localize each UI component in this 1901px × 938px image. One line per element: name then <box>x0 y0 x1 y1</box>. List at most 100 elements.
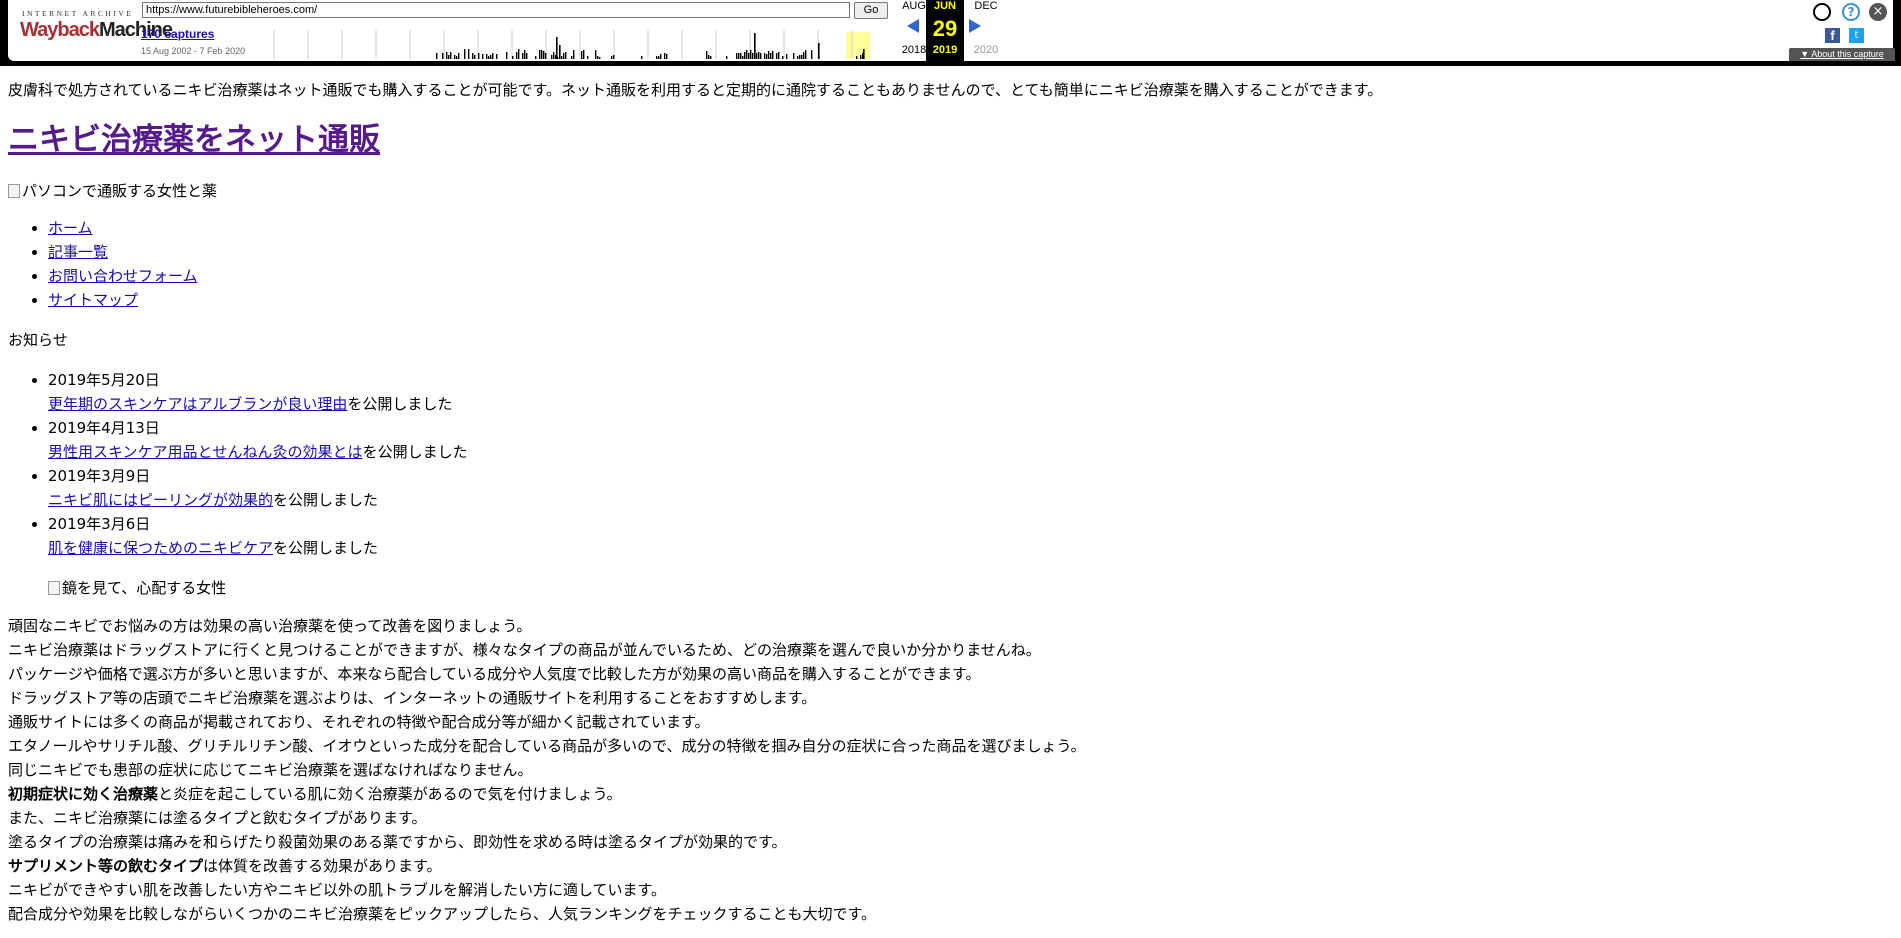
body-text: 通販サイトには多くの商品が掲載されており、それぞれの特徴や配合成分等が細かく記載… <box>8 713 710 731</box>
sparkline-capture-bar <box>801 55 803 59</box>
nav-item: お問い合わせフォーム <box>48 264 1888 288</box>
sparkline-capture-bar <box>541 50 543 59</box>
sparkline-capture-bar <box>535 56 537 59</box>
body-paragraph: サプリメント等の飲むタイプは体質を改善する効果があります。 <box>8 854 1888 878</box>
body-text: と炎症を起こしている肌に効く治療薬があるので気を付けましょう。 <box>158 785 622 803</box>
sparkline-capture-bar <box>573 50 575 59</box>
news-link[interactable]: 更年期のスキンケアはアルブランが良い理由 <box>48 395 347 413</box>
sparkline-capture-bar <box>770 53 772 59</box>
sparkline-capture-bar <box>772 51 774 59</box>
intro-text: 皮膚科で処方されているニキビ治療薬はネット通販でも購入することが可能です。ネット… <box>8 81 1383 99</box>
news-date: 2019年5月20日 <box>48 371 160 389</box>
broken-image-icon <box>48 581 60 595</box>
body-paragraph: エタノールやサリチル酸、グリチルリチン酸、イオウといった成分を配合している商品が… <box>8 734 1888 758</box>
body-paragraph: 塗るタイプの治療薬は痛みを和らげたり殺菌効果のある薬ですから、即効性を求める時は… <box>8 830 1888 854</box>
sparkline-capture-bar <box>587 56 589 59</box>
sparkline-capture-bar <box>518 49 520 59</box>
sparkline-capture-bar <box>526 53 528 59</box>
news-suffix: を公開しました <box>347 395 453 413</box>
sparkline-capture-bar <box>539 50 541 59</box>
article-body: 頑固なニキビでお悩みの方は効果の高い治療薬を使って改善を図りましょう。 ニキビ治療… <box>8 614 1888 926</box>
sparkline-capture-bar <box>545 53 547 59</box>
sparkline-capture-bar <box>454 55 456 59</box>
sparkline-capture-bar <box>488 56 490 59</box>
sparkline-capture-bar <box>450 52 452 59</box>
go-button[interactable]: Go <box>854 2 888 19</box>
news-link[interactable]: 肌を健康に保つためのニキビケア <box>48 539 273 557</box>
news-suffix: を公開しました <box>273 539 379 557</box>
mirror-woman-image-alt: 鏡を見て、心配する女性 <box>62 579 227 597</box>
body-text: また、ニキビ治療薬には塗るタイプと飲むタイプがあります。 <box>8 809 427 827</box>
sparkline-capture-bar <box>478 53 480 59</box>
nav-link-articles[interactable]: 記事一覧 <box>48 243 108 261</box>
current-year-label: 2019 <box>932 44 958 56</box>
sparkline-capture-bar <box>556 37 558 59</box>
sparkline-capture-bar <box>436 53 438 59</box>
wayback-toolbar-panel: INTERNET ARCHIVE WaybackMachine Go 170 c… <box>8 0 1895 61</box>
page-title-link[interactable]: ニキビ治療薬をネット通販 <box>8 122 380 158</box>
sparkline-capture-bar <box>512 56 514 59</box>
news-link[interactable]: 男性用スキンケア用品とせんねん灸の効果とは <box>48 443 363 461</box>
sparkline-capture-bar <box>726 56 728 59</box>
sparkline-capture-bar <box>492 53 494 59</box>
capture-sparkline[interactable] <box>266 28 878 59</box>
notice-heading: お知らせ <box>8 331 68 349</box>
news-suffix: を公開しました <box>273 491 379 509</box>
sparkline-capture-bar <box>740 53 742 59</box>
body-paragraph: 頑固なニキビでお悩みの方は効果の高い治療薬を使って改善を図りましょう。 <box>8 614 1888 638</box>
prev-capture-arrow-icon[interactable] <box>907 19 919 33</box>
user-icon[interactable] <box>1813 3 1831 21</box>
sparkline-capture-bar <box>805 50 807 59</box>
hero-image: パソコンで通販する女性と薬 <box>8 180 1888 202</box>
twitter-icon[interactable]: t <box>1849 28 1864 43</box>
wayback-logo[interactable]: INTERNET ARCHIVE WaybackMachine <box>18 6 173 52</box>
news-date: 2019年3月9日 <box>48 467 151 485</box>
nav-link-home[interactable]: ホーム <box>48 219 93 237</box>
wayback-url-input[interactable] <box>142 2 850 18</box>
sparkline-capture-bar <box>456 56 458 59</box>
sparkline-capture-bar <box>738 53 740 59</box>
news-link[interactable]: ニキビ肌にはピーリングが効果的 <box>48 491 273 509</box>
logo-internet-archive-text: INTERNET ARCHIVE <box>22 9 134 18</box>
news-date: 2019年3月6日 <box>48 515 151 533</box>
sparkline-capture-bar <box>710 56 712 59</box>
help-icon[interactable]: ? <box>1842 3 1860 21</box>
sparkline-capture-bar <box>559 45 561 59</box>
sparkline-capture-bar <box>778 52 780 59</box>
sparkline-capture-bar <box>746 50 748 59</box>
sparkline-capture-bar <box>758 52 760 59</box>
sparkline-capture-bar <box>506 52 508 59</box>
body-text: 同じニキビでも患部の症状に応じてニキビ治療薬を選ばなければなりません。 <box>8 761 533 779</box>
capture-date-range: 15 Aug 2002 - 7 Feb 2020 <box>141 46 246 56</box>
next-capture-arrow-icon[interactable] <box>969 19 981 33</box>
close-icon[interactable]: × <box>1869 3 1887 21</box>
next-year-label: 2020 <box>973 44 999 56</box>
sparkline-capture-bar <box>565 52 567 59</box>
sparkline-capture-bar <box>750 50 752 59</box>
sparkline-capture-bar <box>613 55 615 59</box>
sparkline-capture-bar <box>656 56 658 59</box>
sparkline-capture-bar <box>799 55 801 59</box>
body-paragraph: 通販サイトには多くの商品が掲載されており、それぞれの特徴や配合成分等が細かく記載… <box>8 710 1888 734</box>
body-paragraph: 同じニキビでも患部の症状に応じてニキビ治療薬を選ばなければなりません。 <box>8 758 1888 782</box>
facebook-icon[interactable]: f <box>1825 28 1840 43</box>
sparkline-capture-bar <box>797 56 799 59</box>
news-item: 2019年5月20日 更年期のスキンケアはアルブランが良い理由を公開しました <box>48 368 1888 416</box>
body-paragraph: 初期症状に効く治療薬と炎症を起こしている肌に効く治療薬があるので気を付けましょう… <box>8 782 1888 806</box>
sparkline-capture-bar <box>776 53 778 59</box>
sparkline-capture-bar <box>599 57 601 59</box>
body-text: 塗るタイプの治療薬は痛みを和らげたり殺菌効果のある薬ですから、即効性を求める時は… <box>8 833 787 851</box>
sparkline-capture-bar <box>803 52 805 59</box>
sparkline-capture-bar <box>563 53 565 59</box>
sparkline-capture-bar <box>641 56 643 59</box>
page-content: 皮膚科で処方されているニキビ治療薬はネット通販でも購入することが可能です。ネット… <box>8 78 1888 926</box>
body-text: 頑固なニキビでお悩みの方は効果の高い治療薬を使って改善を図りましょう。 <box>8 617 532 635</box>
sparkline-capture-bar <box>863 49 865 59</box>
about-capture-button[interactable]: ▼ About this capture <box>1789 48 1895 61</box>
captures-link[interactable]: 170 captures <box>141 27 214 41</box>
nav-link-sitemap[interactable]: サイトマップ <box>48 291 138 309</box>
body-paragraph: ドラッグストア等の店頭でニキビ治療薬を選ぶよりは、インターネットの通販サイトを利… <box>8 686 1888 710</box>
nav-link-contact[interactable]: お問い合わせフォーム <box>48 267 198 285</box>
sparkline-capture-bar <box>860 55 862 59</box>
sparkline-capture-bar <box>786 54 788 59</box>
